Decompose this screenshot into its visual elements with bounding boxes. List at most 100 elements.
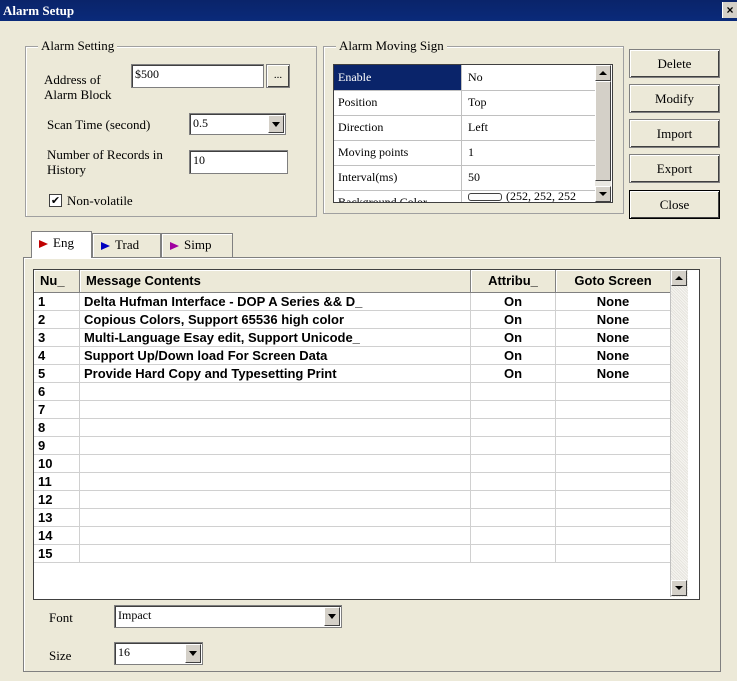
scroll-down-icon[interactable]	[595, 186, 611, 202]
attribute-cell[interactable]	[471, 491, 556, 509]
table-row[interactable]: 13	[34, 509, 671, 527]
close-button[interactable]: Close	[629, 190, 720, 219]
message-cell[interactable]	[80, 401, 471, 419]
attribute-cell[interactable]	[471, 545, 556, 563]
scan-time-select[interactable]: 0.5	[189, 113, 286, 135]
message-cell[interactable]: Delta Hufman Interface - DOP A Series &&…	[80, 293, 471, 311]
table-row[interactable]: 6	[34, 383, 671, 401]
table-row[interactable]: 3 Multi-Language Esay edit, Support Unico…	[34, 329, 671, 347]
row-number-cell[interactable]: 2	[34, 311, 80, 329]
scroll-down-icon[interactable]	[671, 580, 687, 596]
modify-button[interactable]: Modify	[629, 84, 720, 113]
address-input[interactable]: $500	[131, 64, 264, 88]
column-header-goto-screen[interactable]: Goto Screen	[556, 270, 671, 292]
attribute-cell[interactable]	[471, 509, 556, 527]
attribute-cell[interactable]	[471, 437, 556, 455]
property-row-background-color[interactable]: Background Color (252, 252, 252	[334, 189, 596, 202]
message-cell[interactable]: Copious Colors, Support 65536 high color	[80, 311, 471, 329]
property-row-position[interactable]: Position Top	[334, 90, 596, 116]
message-cell[interactable]	[80, 545, 471, 563]
row-number-cell[interactable]: 8	[34, 419, 80, 437]
scroll-up-icon[interactable]	[671, 270, 687, 286]
browse-address-button[interactable]: ...	[266, 64, 290, 88]
scroll-up-icon[interactable]	[595, 65, 611, 81]
row-number-cell[interactable]: 12	[34, 491, 80, 509]
row-number-cell[interactable]: 7	[34, 401, 80, 419]
attribute-cell[interactable]: On	[471, 365, 556, 383]
row-number-cell[interactable]: 10	[34, 455, 80, 473]
font-select[interactable]: Impact	[114, 605, 342, 628]
goto-screen-cell[interactable]: None	[556, 329, 671, 347]
close-icon[interactable]: ×	[722, 2, 737, 18]
row-number-cell[interactable]: 3	[34, 329, 80, 347]
row-number-cell[interactable]: 4	[34, 347, 80, 365]
goto-screen-cell[interactable]: None	[556, 347, 671, 365]
table-row[interactable]: 8	[34, 419, 671, 437]
message-cell[interactable]	[80, 473, 471, 491]
goto-screen-cell[interactable]: None	[556, 293, 671, 311]
attribute-cell[interactable]	[471, 455, 556, 473]
message-cell[interactable]: Provide Hard Copy and Typesetting Print	[80, 365, 471, 383]
attribute-cell[interactable]: On	[471, 293, 556, 311]
message-cell[interactable]	[80, 509, 471, 527]
tab-eng[interactable]: Eng	[31, 231, 92, 258]
message-cell[interactable]	[80, 491, 471, 509]
attribute-cell[interactable]	[471, 419, 556, 437]
goto-screen-cell[interactable]	[556, 509, 671, 527]
tab-simp[interactable]: Simp	[161, 233, 233, 257]
scroll-thumb[interactable]	[595, 81, 611, 181]
goto-screen-cell[interactable]	[556, 419, 671, 437]
table-row[interactable]: 2 Copious Colors, Support 65536 high colo…	[34, 311, 671, 329]
attribute-cell[interactable]	[471, 401, 556, 419]
goto-screen-cell[interactable]	[556, 455, 671, 473]
goto-screen-cell[interactable]	[556, 545, 671, 563]
chevron-down-icon[interactable]	[268, 115, 284, 133]
message-cell[interactable]: Support Up/Down load For Screen Data	[80, 347, 471, 365]
delete-button[interactable]: Delete	[629, 49, 720, 78]
row-number-cell[interactable]: 5	[34, 365, 80, 383]
size-select[interactable]: 16	[114, 642, 203, 665]
row-number-cell[interactable]: 9	[34, 437, 80, 455]
goto-screen-cell[interactable]	[556, 473, 671, 491]
column-header-attribute[interactable]: Attribu_	[471, 270, 556, 292]
records-input[interactable]: 10	[189, 150, 288, 174]
export-button[interactable]: Export	[629, 154, 720, 183]
chevron-down-icon[interactable]	[185, 644, 201, 663]
table-row[interactable]: 1 Delta Hufman Interface - DOP A Series &…	[34, 293, 671, 311]
non-volatile-checkbox[interactable]: ✔	[49, 194, 62, 207]
goto-screen-cell[interactable]: None	[556, 311, 671, 329]
message-cell[interactable]	[80, 455, 471, 473]
chevron-down-icon[interactable]	[324, 607, 340, 626]
goto-screen-cell[interactable]	[556, 491, 671, 509]
attribute-cell[interactable]	[471, 527, 556, 545]
import-button[interactable]: Import	[629, 119, 720, 148]
row-number-cell[interactable]: 1	[34, 293, 80, 311]
table-row[interactable]: 10	[34, 455, 671, 473]
column-header-message[interactable]: Message Contents	[80, 270, 471, 292]
attribute-cell[interactable]: On	[471, 347, 556, 365]
table-row[interactable]: 7	[34, 401, 671, 419]
property-row-enable[interactable]: Enable No	[334, 65, 596, 91]
table-row[interactable]: 14	[34, 527, 671, 545]
table-scrollbar[interactable]	[670, 270, 688, 597]
table-row[interactable]: 12	[34, 491, 671, 509]
message-cell[interactable]	[80, 437, 471, 455]
property-row-direction[interactable]: Direction Left	[334, 115, 596, 141]
goto-screen-cell[interactable]	[556, 401, 671, 419]
row-number-cell[interactable]: 11	[34, 473, 80, 491]
table-row[interactable]: 11	[34, 473, 671, 491]
message-cell[interactable]: Multi-Language Esay edit, Support Unicod…	[80, 329, 471, 347]
message-cell[interactable]	[80, 419, 471, 437]
table-row[interactable]: 9	[34, 437, 671, 455]
tab-trad[interactable]: Trad	[92, 233, 161, 257]
goto-screen-cell[interactable]	[556, 527, 671, 545]
column-header-number[interactable]: Nu_	[34, 270, 80, 292]
table-row[interactable]: 4 Support Up/Down load For Screen Data On N…	[34, 347, 671, 365]
attribute-cell[interactable]: On	[471, 311, 556, 329]
row-number-cell[interactable]: 15	[34, 545, 80, 563]
goto-screen-cell[interactable]	[556, 383, 671, 401]
message-cell[interactable]	[80, 527, 471, 545]
row-number-cell[interactable]: 6	[34, 383, 80, 401]
attribute-cell[interactable]	[471, 383, 556, 401]
goto-screen-cell[interactable]: None	[556, 365, 671, 383]
